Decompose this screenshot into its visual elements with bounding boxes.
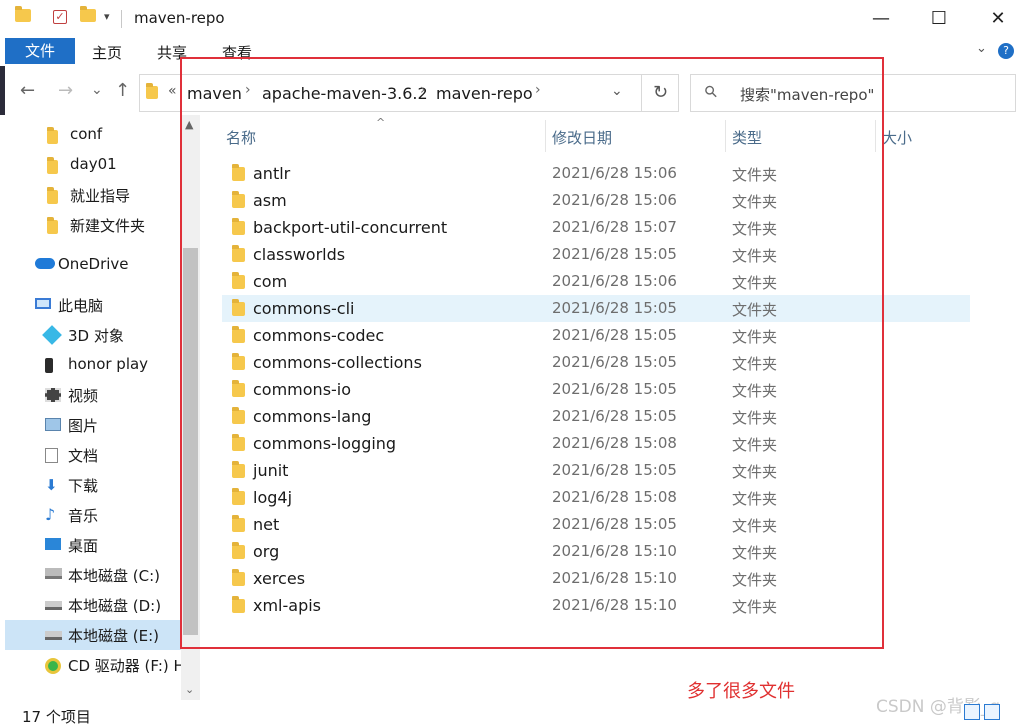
sidebar-item-label: 新建文件夹: [70, 217, 146, 235]
sidebar-item-label: 本地磁盘 (E:): [68, 627, 160, 645]
sidebar-item[interactable]: OneDrive: [0, 250, 180, 280]
view-switcher: [964, 704, 1004, 724]
sidebar-item[interactable]: ♪ 音乐: [0, 500, 180, 530]
sidebar-item[interactable]: conf: [0, 120, 180, 150]
sidebar-item[interactable]: 本地磁盘 (C:): [0, 560, 180, 590]
picture-icon: [45, 418, 61, 431]
cloud-icon: [35, 258, 55, 269]
sidebar-item-label: 视频: [68, 387, 99, 405]
sidebar-item-label: 音乐: [68, 507, 99, 525]
cd-drive-icon: [45, 658, 61, 674]
properties-icon[interactable]: ✓: [53, 10, 69, 28]
ribbon-expand-icon[interactable]: ⌄: [976, 41, 987, 56]
cube-icon: [42, 325, 62, 345]
sidebar-item[interactable]: 此电脑: [0, 290, 180, 320]
drive-icon: [45, 628, 62, 640]
quick-access-dropdown-icon[interactable]: ▾: [104, 10, 110, 23]
close-button[interactable]: ✕: [983, 6, 1013, 32]
sidebar-item[interactable]: 就业指导: [0, 180, 180, 210]
computer-icon: [35, 298, 51, 309]
sidebar-item[interactable]: honor play: [0, 350, 180, 380]
tab-file[interactable]: 文件: [5, 38, 75, 64]
sidebar-item[interactable]: 视频: [0, 380, 180, 410]
folder-icon: [146, 83, 158, 99]
minimize-button[interactable]: —: [866, 6, 896, 32]
video-icon: [45, 388, 61, 402]
sidebar-item[interactable]: ⬇ 下载: [0, 470, 180, 500]
new-folder-icon[interactable]: [80, 6, 96, 27]
details-view-icon[interactable]: [964, 704, 980, 720]
desktop-icon: [45, 538, 61, 550]
sidebar-item[interactable]: 本地磁盘 (E:): [0, 620, 180, 650]
address-overflow-button[interactable]: «: [168, 83, 177, 99]
title-separator: [121, 10, 122, 28]
sidebar-item-label: 桌面: [68, 537, 99, 555]
annotation-box: [180, 57, 884, 649]
folder-icon: [15, 6, 31, 27]
sidebar-item[interactable]: day01: [0, 150, 180, 180]
sidebar-item-label: conf: [70, 125, 103, 143]
maximize-button[interactable]: ☐: [924, 6, 954, 32]
help-button[interactable]: ?: [998, 43, 1014, 59]
sidebar-item[interactable]: 文档: [0, 440, 180, 470]
folder-icon: [47, 157, 58, 174]
folder-icon: [47, 187, 58, 204]
download-icon: ⬇: [45, 476, 58, 494]
scroll-down-icon[interactable]: ⌄: [185, 683, 194, 696]
sidebar-item-label: 3D 对象: [68, 327, 124, 345]
status-bar: [0, 700, 1018, 724]
sidebar-item[interactable]: 图片: [0, 410, 180, 440]
sidebar-item[interactable]: CD 驱动器 (F:) H: [0, 650, 185, 680]
tab-home[interactable]: 主页: [92, 42, 122, 63]
up-button[interactable]: ↑: [115, 80, 130, 101]
sidebar-item-label: day01: [70, 155, 117, 173]
sidebar-item-label: 就业指导: [70, 187, 131, 205]
sidebar-item-label: 本地磁盘 (D:): [68, 597, 162, 615]
sidebar-item-label: OneDrive: [58, 255, 129, 273]
sidebar-item[interactable]: 本地磁盘 (D:): [0, 590, 180, 620]
sidebar-item[interactable]: 3D 对象: [0, 320, 180, 350]
folder-icon: [47, 217, 58, 234]
back-button[interactable]: ←: [20, 80, 35, 101]
sidebar-item-label: CD 驱动器 (F:) H: [68, 657, 185, 675]
window-title: maven-repo: [134, 9, 225, 27]
phone-icon: [45, 358, 53, 373]
sidebar-item-label: honor play: [68, 355, 149, 373]
windows-drive-icon: [45, 568, 62, 579]
music-icon: ♪: [45, 505, 56, 524]
column-header-size[interactable]: 大小: [882, 127, 912, 148]
sidebar-item-label: 图片: [68, 417, 99, 435]
document-icon: [45, 448, 58, 463]
sidebar-item-label: 此电脑: [58, 297, 104, 315]
sidebar-item-label: 文档: [68, 447, 99, 465]
drive-icon: [45, 598, 62, 610]
recent-locations-button[interactable]: ⌄: [91, 82, 103, 98]
forward-button[interactable]: →: [58, 80, 73, 101]
sidebar-item[interactable]: 桌面: [0, 530, 180, 560]
sidebar-item[interactable]: 新建文件夹: [0, 210, 180, 240]
large-icons-view-icon[interactable]: [984, 704, 1000, 720]
sidebar-item-label: 本地磁盘 (C:): [68, 567, 160, 585]
folder-icon: [47, 127, 58, 144]
sidebar-item-label: 下载: [68, 477, 99, 495]
